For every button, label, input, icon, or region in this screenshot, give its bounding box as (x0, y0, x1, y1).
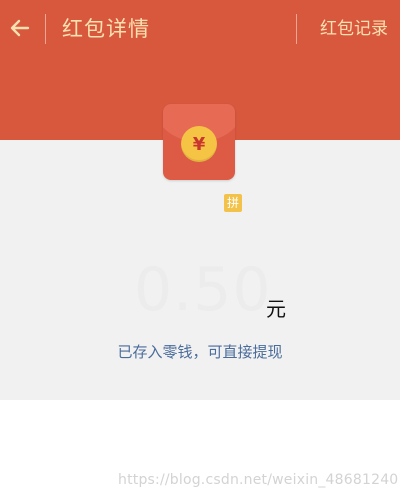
yuan-coin-icon: ¥ (181, 126, 217, 162)
header-divider-right (296, 14, 297, 44)
back-arrow-icon (10, 19, 30, 37)
amount-value: 0.50 (134, 255, 272, 325)
torn-paper-edge (0, 403, 400, 425)
watermark-url: https://blog.csdn.net/weixin_48681240 (118, 472, 399, 488)
currency-unit: 元 (266, 297, 286, 321)
back-button[interactable] (6, 14, 34, 42)
header-divider-left (45, 14, 46, 44)
page-title: 红包详情 (62, 17, 150, 41)
pin-badge: 拼 (224, 194, 242, 212)
wallet-note-link[interactable]: 已存入零钱，可直接提现 (0, 340, 400, 364)
red-packet-records-link[interactable]: 红包记录 (320, 14, 388, 44)
sender-name (150, 192, 220, 214)
sender-avatar: ¥ (163, 104, 235, 180)
